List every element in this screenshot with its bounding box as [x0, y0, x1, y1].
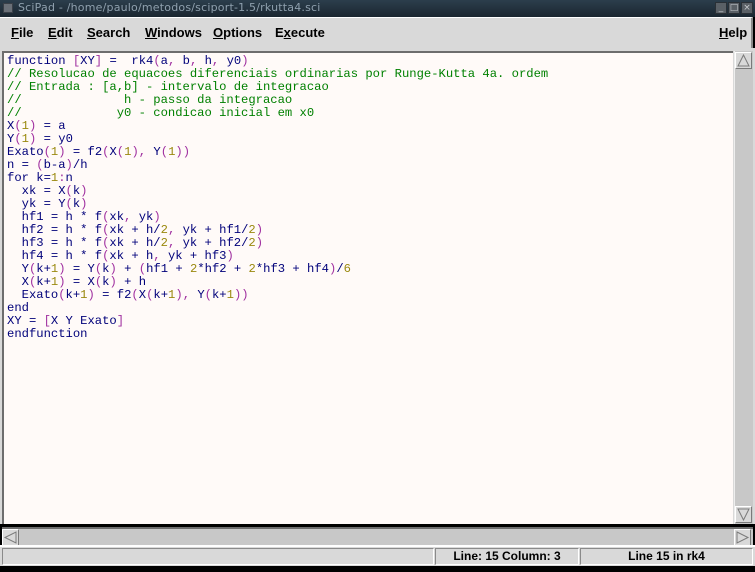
scroll-up-button[interactable] — [735, 52, 752, 69]
status-message — [2, 548, 434, 565]
menu-edit[interactable]: Edit — [48, 25, 73, 40]
code-line[interactable]: endfunction — [7, 328, 548, 341]
scroll-down-button[interactable] — [735, 506, 752, 523]
status-position: Line: 15 Column: 3 — [435, 548, 579, 565]
menu-execute[interactable]: Execute — [275, 25, 325, 40]
arrow-up-icon — [737, 53, 750, 67]
code-line[interactable]: X(1) = a — [7, 120, 548, 133]
window-menu-icon[interactable] — [3, 3, 13, 13]
status-function-location: Line 15 in rk4 — [580, 548, 753, 565]
code-line[interactable]: Exato(k+1) = f2(X(k+1), Y(k+1)) — [7, 289, 548, 302]
code-line[interactable]: for k=1:n — [7, 172, 548, 185]
minimize-button[interactable]: _ — [715, 2, 727, 14]
menu-file[interactable]: File — [11, 25, 33, 40]
menu-bar: File Edit Search Windows Options Execute… — [0, 17, 753, 48]
maximize-button[interactable]: □ — [728, 2, 740, 14]
code-text[interactable]: function [XY] = rk4(a, b, h, y0)// Resol… — [7, 55, 548, 341]
scroll-right-button[interactable] — [734, 529, 751, 546]
window-title: SciPad - /home/paulo/metodos/sciport-1.5… — [18, 1, 321, 14]
menu-windows[interactable]: Windows — [145, 25, 202, 40]
close-button[interactable]: × — [741, 2, 753, 14]
scroll-left-button[interactable] — [2, 529, 19, 546]
status-bar: Line: 15 Column: 3 Line 15 in rk4 — [0, 545, 755, 566]
arrow-left-icon — [3, 531, 17, 544]
vertical-scrollbar[interactable] — [734, 51, 753, 524]
code-line[interactable]: xk = X(k) — [7, 185, 548, 198]
code-editor[interactable]: function [XY] = rk4(a, b, h, y0)// Resol… — [2, 51, 733, 524]
code-line[interactable]: // y0 - condicao inicial em x0 — [7, 107, 548, 120]
code-line[interactable]: n = (b-a)/h — [7, 159, 548, 172]
horizontal-scrollbar[interactable] — [2, 527, 753, 546]
menu-search[interactable]: Search — [87, 25, 130, 40]
menu-help[interactable]: Help — [719, 25, 747, 40]
arrow-right-icon — [736, 531, 750, 544]
title-bar[interactable]: SciPad - /home/paulo/metodos/sciport-1.5… — [0, 0, 755, 17]
code-line[interactable]: Exato(1) = f2(X(1), Y(1)) — [7, 146, 548, 159]
arrow-down-icon — [737, 508, 750, 522]
menu-options[interactable]: Options — [213, 25, 262, 40]
code-line[interactable]: XY = [X Y Exato] — [7, 315, 548, 328]
